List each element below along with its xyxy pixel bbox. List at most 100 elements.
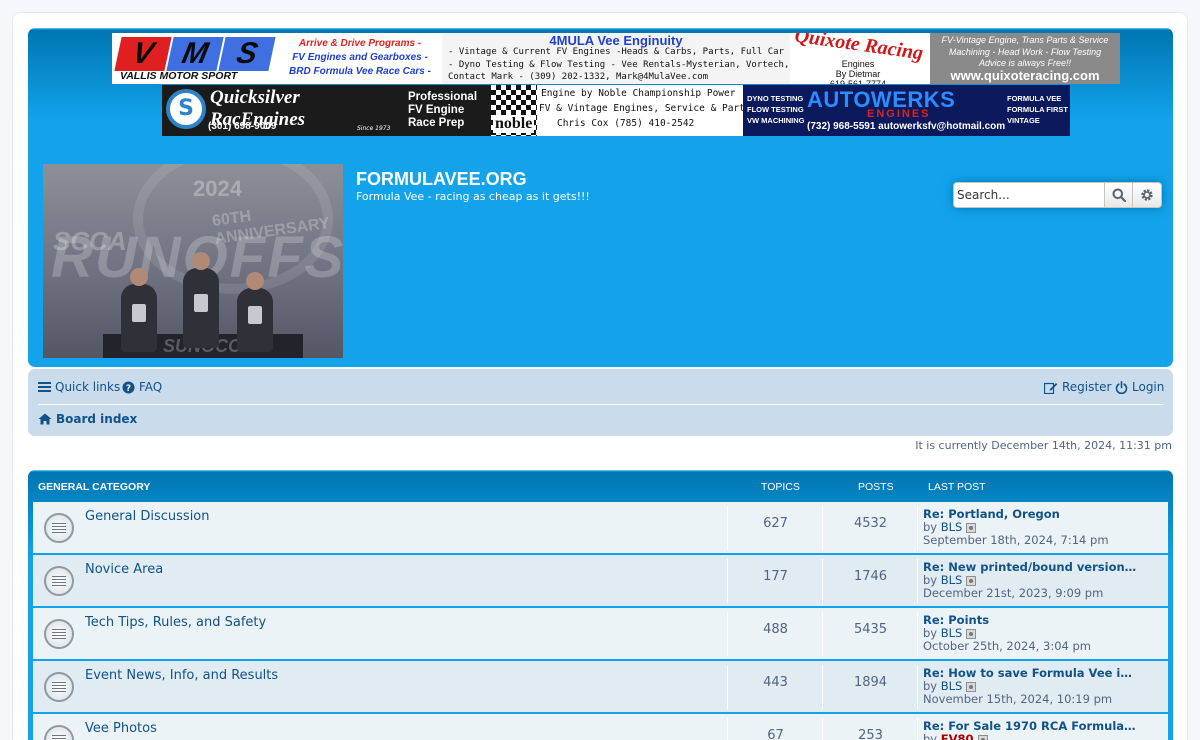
author-link[interactable]: FV80 xyxy=(941,732,974,740)
login-link[interactable]: Login xyxy=(1115,380,1164,394)
vms-logo: V M S xyxy=(114,37,278,71)
edit-icon xyxy=(1044,382,1058,394)
posts-count: 4532 xyxy=(853,516,888,531)
forum-row: Vee Photos 67 253 Re: For Sale 1970 RCA … xyxy=(33,714,1168,740)
forum-link[interactable]: General Discussion xyxy=(85,509,210,524)
autowerks-services: DYNO TESTING FLOW TESTING VW MACHINING xyxy=(747,93,805,126)
site-title[interactable]: FORMULAVEE.ORG xyxy=(356,169,527,190)
vms-banner[interactable]: V M S VALLIS MOTOR SPORT Arrive & Drive … xyxy=(112,33,442,84)
view-latest-post-icon[interactable] xyxy=(966,628,977,639)
topics-count: 177 xyxy=(763,569,788,584)
view-latest-post-icon[interactable] xyxy=(966,681,977,692)
author-link[interactable]: BLS xyxy=(941,573,963,587)
forum-read-icon xyxy=(44,672,74,702)
quicksilver-since: Since 1973 xyxy=(357,125,391,132)
category-title[interactable]: GENERAL CATEGORY xyxy=(38,481,150,493)
advanced-search-button[interactable] xyxy=(1133,182,1162,208)
by-label: by xyxy=(923,732,938,740)
last-post: Re: For Sale 1970 RCA Formula… by FV80 xyxy=(923,720,1163,740)
posts-count: 1894 xyxy=(853,675,888,690)
author-link[interactable]: BLS xyxy=(941,520,963,534)
posts-count: 5435 xyxy=(853,622,888,637)
forum-link[interactable]: Tech Tips, Rules, and Safety xyxy=(85,615,266,630)
autowerks-class: VINTAGE xyxy=(1007,116,1040,125)
forum-row: Tech Tips, Rules, and Safety 488 5435 Re… xyxy=(33,608,1168,659)
quicksilver-tag-line: Race Prep xyxy=(408,117,465,129)
topics-count: 627 xyxy=(763,516,788,531)
autowerks-engines: ENGINES xyxy=(867,108,931,120)
forum-read-icon xyxy=(44,513,74,543)
last-post: Re: Portland, Oregon by BLS September 18… xyxy=(923,508,1163,547)
forum-link[interactable]: Novice Area xyxy=(85,562,163,577)
autowerks-class: FORMULA FIRST xyxy=(1007,105,1068,114)
quixote-sub: Engines By Dietmar 619-561-7774 xyxy=(830,59,886,84)
forum-row: Event News, Info, and Results 443 1894 R… xyxy=(33,661,1168,712)
search-input[interactable] xyxy=(953,182,1104,208)
forum-link[interactable]: Vee Photos xyxy=(85,721,157,736)
logo-scca: SCCA xyxy=(53,226,127,256)
forum-link[interactable]: Event News, Info, and Results xyxy=(85,668,278,683)
noble-line: Engine by Noble Championship Power xyxy=(541,88,736,99)
last-post-by: by FV80 xyxy=(923,732,988,740)
navbar: Quick links ? FAQ Register Login Board i… xyxy=(28,369,1173,436)
nav-row-links: Quick links ? FAQ Register Login xyxy=(38,369,1164,405)
breadcrumb[interactable]: Board index xyxy=(38,412,137,426)
mula-line: Contact Mark - (309) 202-1332, Mark@4Mul… xyxy=(448,72,709,82)
forum-read-icon xyxy=(44,566,74,596)
quicksilver-tagline: Professional FV Engine Race Prep xyxy=(408,91,477,130)
quixote-sub-line: Engines xyxy=(841,59,875,69)
search-icon xyxy=(1112,188,1126,202)
by-label: by xyxy=(923,573,938,587)
last-post-by: by BLS xyxy=(923,626,977,640)
autowerks-service: FLOW TESTING xyxy=(747,105,804,114)
view-latest-post-icon[interactable] xyxy=(977,734,988,740)
quicksilver-banner[interactable]: S Quicksilver RacEngines (301) 698-9009 … xyxy=(162,85,492,136)
trophy-icon xyxy=(132,304,146,322)
forum-category-box: GENERAL CATEGORY TOPICS POSTS LAST POST … xyxy=(28,470,1173,740)
quicksilver-logo-icon: S xyxy=(166,89,206,129)
last-post: Re: New printed/bound version… by BLS De… xyxy=(923,561,1163,600)
quicksilver-tag-line: Professional xyxy=(408,91,478,103)
by-label: by xyxy=(923,520,938,534)
noble-brand: noble xyxy=(493,115,535,133)
vms-subtitle: VALLIS MOTOR SPORT xyxy=(120,70,238,82)
forum-read-icon xyxy=(44,725,74,740)
vms-line: FV Engines and Gearboxes - xyxy=(292,52,428,63)
author-link[interactable]: BLS xyxy=(941,626,963,640)
noble-banner[interactable]: noble Engine by Noble Championship Power… xyxy=(491,85,743,136)
site-logo[interactable]: 2024 60TH ANNIVERSARY RUNOFFS SCCA SUNOC… xyxy=(43,164,343,358)
search-button[interactable] xyxy=(1104,182,1133,208)
author-link[interactable]: BLS xyxy=(941,679,963,693)
topics-count: 443 xyxy=(763,675,788,690)
mula-vee-banner[interactable]: 4MULA Vee Enginuity - Vintage & Current … xyxy=(442,33,790,84)
vms-letter-v: V xyxy=(114,37,172,71)
view-latest-post-icon[interactable] xyxy=(966,575,977,586)
quixote-banner[interactable]: Quixote Racing Engines By Dietmar 619-56… xyxy=(790,33,1120,84)
quixote-url: www.quixoteracing.com xyxy=(950,67,1100,83)
quixote-sub-line: 619-561-7774 xyxy=(830,79,887,84)
register-link[interactable]: Register xyxy=(1044,380,1111,394)
vms-line: BRD Formula Vee Race Cars - xyxy=(289,66,431,77)
forum-read-icon xyxy=(44,619,74,649)
board-index-label: Board index xyxy=(56,412,138,426)
posts-count: 253 xyxy=(858,728,883,740)
last-post: Re: Points by BLS October 25th, 2024, 3:… xyxy=(923,614,1163,653)
by-label: by xyxy=(923,626,938,640)
quick-links-label: Quick links xyxy=(55,380,121,394)
by-label: by xyxy=(923,679,938,693)
login-label: Login xyxy=(1132,380,1165,394)
search-box xyxy=(953,182,1162,208)
quick-links-menu[interactable]: Quick links xyxy=(38,380,120,394)
view-latest-post-icon[interactable] xyxy=(966,522,977,533)
last-post-date: October 25th, 2024, 3:04 pm xyxy=(923,639,1091,653)
noble-line: FV & Vintage Engines, Service & Parts xyxy=(539,103,743,114)
site-description: Formula Vee - racing as cheap as it gets… xyxy=(356,190,590,203)
quixote-info-line: FV-Vintage Engine, Trans Parts & Service xyxy=(941,35,1109,45)
last-post-date: November 15th, 2024, 10:19 pm xyxy=(923,692,1113,706)
autowerks-banner[interactable]: DYNO TESTING FLOW TESTING VW MACHINING A… xyxy=(743,85,1070,136)
faq-label: FAQ xyxy=(139,380,163,394)
faq-link[interactable]: ? FAQ xyxy=(122,380,162,394)
hamburger-icon xyxy=(38,382,51,392)
mula-line: - Dyno Testing & Flow Testing - Vee Rent… xyxy=(448,60,790,70)
last-post-column-header: LAST POST xyxy=(928,481,986,493)
